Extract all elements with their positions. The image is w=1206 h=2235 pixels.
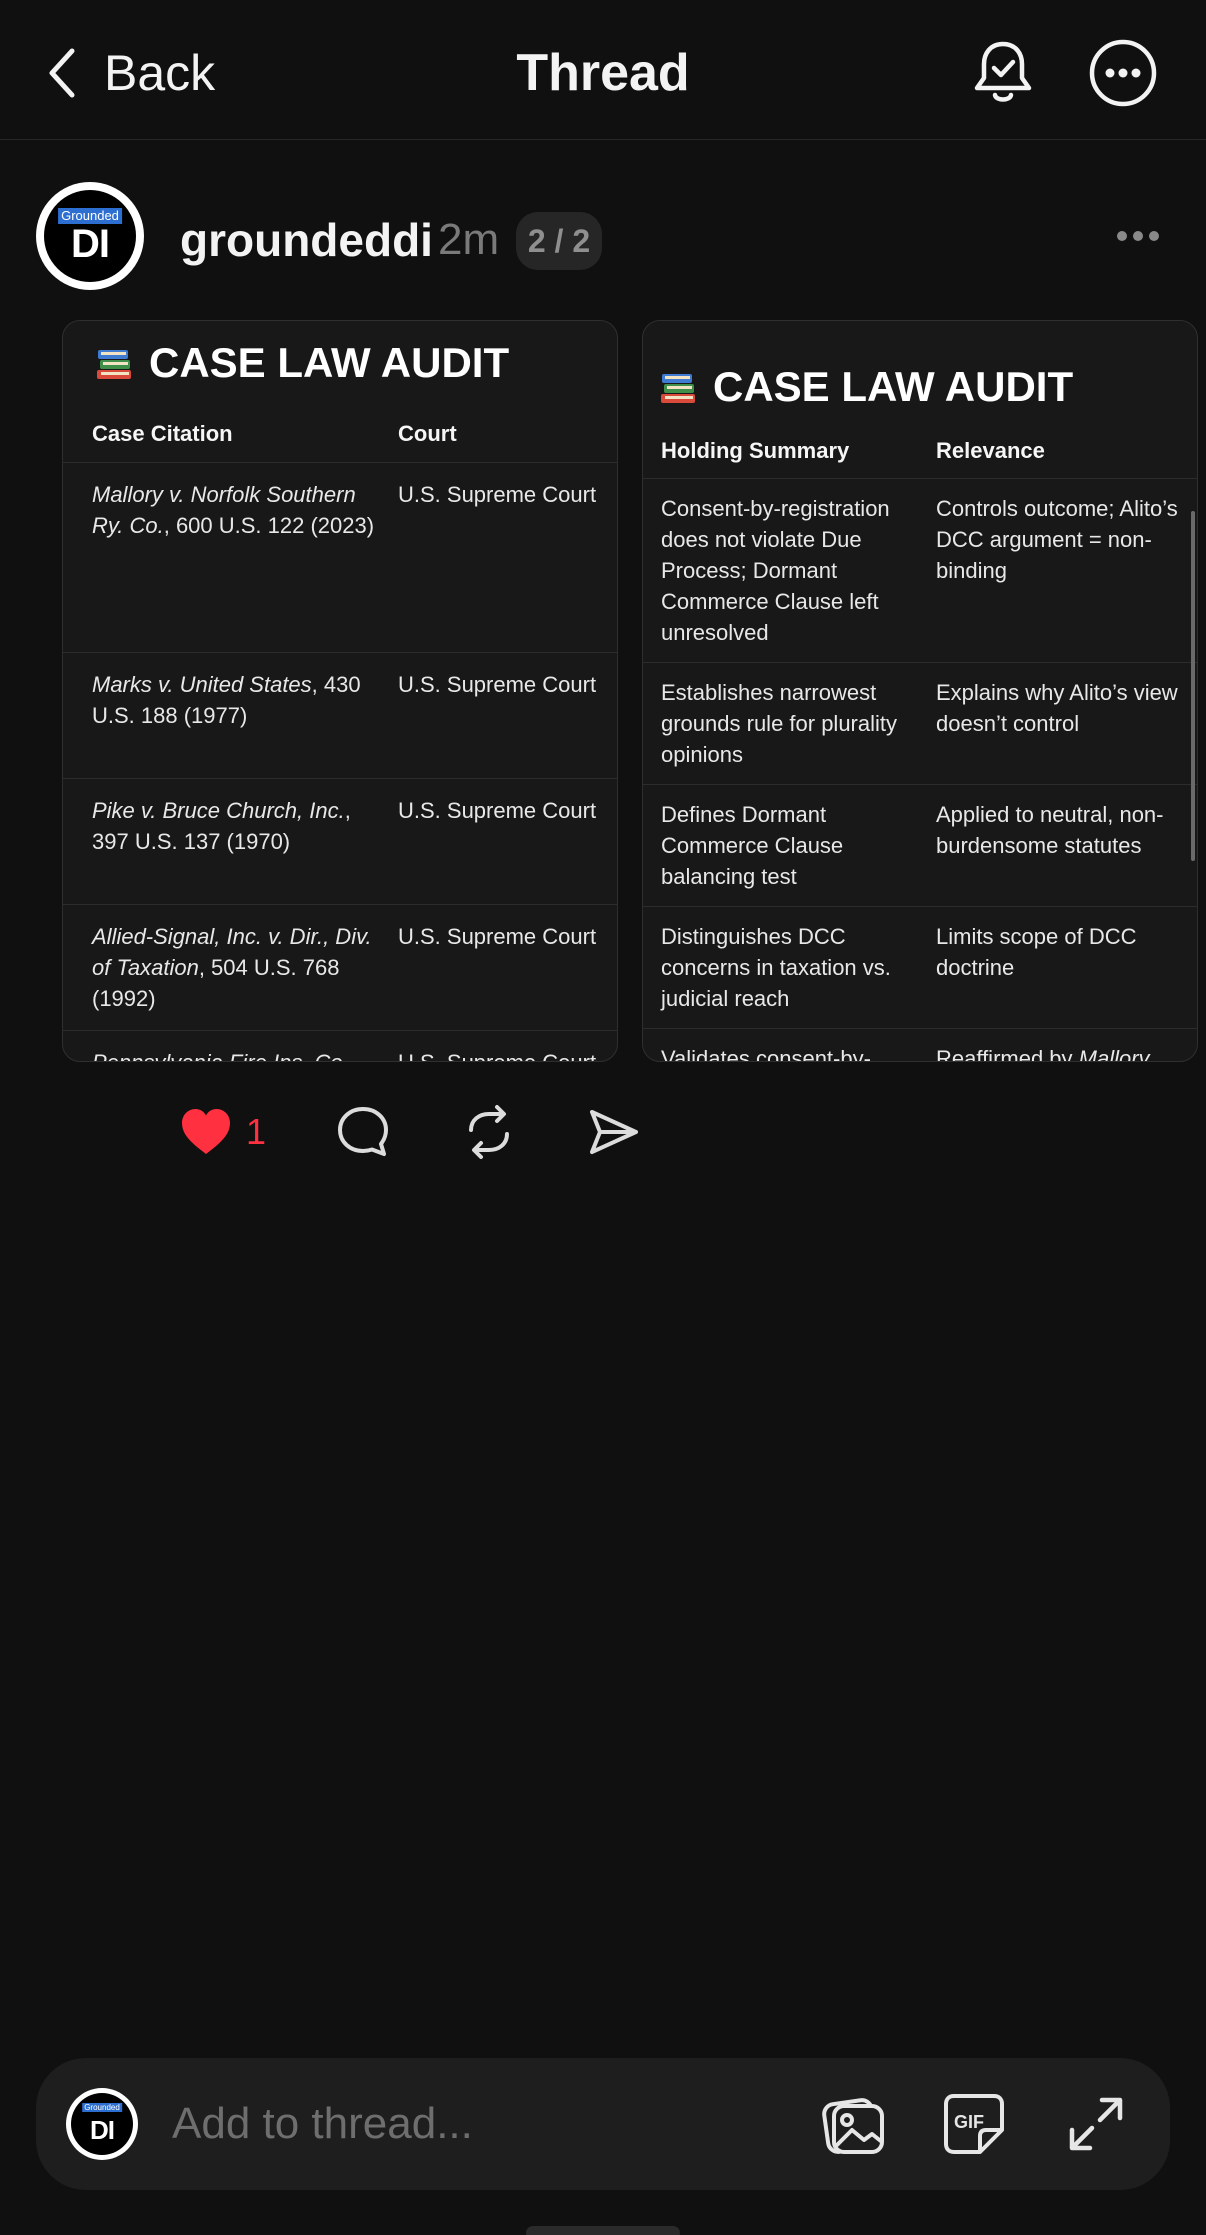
repost-icon (469, 1105, 509, 1159)
holding-summary-cell: Distinguishes DCC concerns in taxation v… (661, 924, 891, 1011)
court-cell: U.S. Supreme Court (398, 482, 597, 507)
username[interactable]: groundeddi (180, 212, 433, 268)
like-button[interactable]: 1 (178, 1102, 266, 1162)
table-row: Validates consent-by- Reaffirmed by Mall… (643, 1029, 1197, 1062)
gif-icon: GIF (944, 2094, 1004, 2154)
holding-summary-cell: Defines Dormant Commerce Clause balancin… (661, 802, 844, 889)
case-law-card-1[interactable]: CASE LAW AUDIT Case Citation Court Mallo… (62, 320, 618, 1062)
reply-composer: Grounded DI GIF (36, 2058, 1170, 2190)
send-icon (590, 1110, 638, 1154)
notifications-button[interactable] (966, 36, 1040, 110)
comment-icon (338, 1107, 388, 1156)
avatar-brand-label: Grounded (58, 208, 122, 224)
table-row: Pike v. Bruce Church, Inc., 397 U.S. 137… (63, 779, 617, 905)
table-row: Pennsylvania Fire Ins. Co. U.S. Supreme … (63, 1031, 617, 1061)
table-header-row: Holding Summary Relevance (643, 421, 1197, 479)
case-citation-cell: Marks v. United States, 430 U.S. 188 (19… (92, 672, 361, 728)
avatar[interactable]: Grounded DI (36, 182, 144, 290)
case-citation-cell: Mallory v. Norfolk Southern Ry. Co., 600… (92, 482, 375, 538)
bell-check-icon (974, 41, 1032, 102)
attach-gif-button[interactable]: GIF (940, 2090, 1008, 2158)
back-button[interactable]: Back (44, 38, 215, 108)
court-cell: U.S. Supreme Court (398, 798, 597, 823)
relevance-cell: Explains why Alito’s view doesn’t contro… (936, 680, 1178, 736)
repost-button[interactable] (461, 1102, 517, 1162)
top-bar: Back Thread (0, 0, 1206, 140)
attach-image-button[interactable] (820, 2090, 888, 2158)
dot-icon (1133, 231, 1143, 241)
table-row: Marks v. United States, 430 U.S. 188 (19… (63, 653, 617, 779)
holding-summary-cell: Establishes narrowest grounds rule for p… (661, 680, 898, 767)
home-indicator (526, 2226, 680, 2235)
comment-button[interactable] (335, 1102, 391, 1162)
share-button[interactable] (586, 1102, 642, 1162)
composer-avatar: Grounded DI (66, 2088, 138, 2160)
relevance-cell: Reaffirmed by Mallory (936, 1046, 1150, 1062)
column-header-relevance: Relevance (936, 438, 1045, 463)
table-row: Defines Dormant Commerce Clause balancin… (643, 785, 1197, 907)
gif-label: GIF (954, 2112, 984, 2132)
case-law-card-2[interactable]: CASE LAW AUDIT Holding Summary Relevance… (642, 320, 1198, 1062)
holding-summary-cell: Validates consent-by- (661, 1046, 871, 1062)
back-label: Back (104, 45, 216, 101)
court-cell: U.S. Supreme Court (398, 1047, 617, 1061)
avatar-initials: DI (90, 2114, 115, 2145)
table-row: Allied-Signal, Inc. v. Dir., Div. of Tax… (63, 905, 617, 1031)
case-citation-cell: Pike v. Bruce Church, Inc., 397 U.S. 137… (92, 798, 351, 854)
image-icon (822, 2098, 884, 2154)
post-more-button[interactable] (1110, 216, 1166, 256)
holding-summary-cell: Consent-by-registration does not violate… (661, 496, 890, 645)
expand-composer-button[interactable] (1062, 2090, 1130, 2158)
column-header-holding-summary: Holding Summary (661, 438, 850, 463)
court-cell: U.S. Supreme Court (398, 672, 597, 697)
avatar-initials: DI (71, 221, 110, 266)
page-title: Thread (516, 44, 690, 102)
table-row: Consent-by-registration does not violate… (643, 479, 1197, 663)
column-header-case-citation: Case Citation (92, 421, 233, 446)
like-count: 1 (246, 1111, 267, 1152)
table-row: Mallory v. Norfolk Southern Ry. Co., 600… (63, 463, 617, 653)
books-icon (97, 350, 131, 379)
court-cell: U.S. Supreme Court (398, 924, 597, 949)
case-citation-cell: Allied-Signal, Inc. v. Dir., Div. of Tax… (92, 924, 372, 1011)
relevance-cell: Controls outcome; Alito’s DCC argument =… (936, 496, 1178, 583)
relevance-cell: Applied to neutral, non-burdensome statu… (936, 802, 1164, 858)
table-row: Establishes narrowest grounds rule for p… (643, 663, 1197, 785)
thread-reply-input[interactable] (172, 2092, 812, 2156)
more-options-button[interactable] (1086, 36, 1160, 110)
timestamp: 2m (438, 215, 500, 264)
heart-icon (182, 1109, 230, 1154)
avatar-brand-label: Grounded (82, 2103, 122, 2112)
books-icon (661, 374, 695, 403)
relevance-cell: Limits scope of DCC doctrine (936, 924, 1137, 980)
page-counter-badge: 2 / 2 (516, 212, 602, 270)
case-citation-cell: Pennsylvania Fire Ins. Co. (92, 1047, 382, 1061)
more-circle-icon (1089, 39, 1157, 107)
card-title: CASE LAW AUDIT (713, 363, 1074, 410)
vertical-scrollbar[interactable] (1191, 511, 1195, 861)
dot-icon (1117, 231, 1127, 241)
column-header-court: Court (398, 421, 457, 446)
chevron-left-icon (49, 48, 75, 98)
table-row: Distinguishes DCC concerns in taxation v… (643, 907, 1197, 1029)
dot-icon (1149, 231, 1159, 241)
expand-icon (1069, 2097, 1123, 2151)
table-header-row: Case Citation Court (63, 399, 617, 463)
card-title: CASE LAW AUDIT (149, 339, 510, 386)
